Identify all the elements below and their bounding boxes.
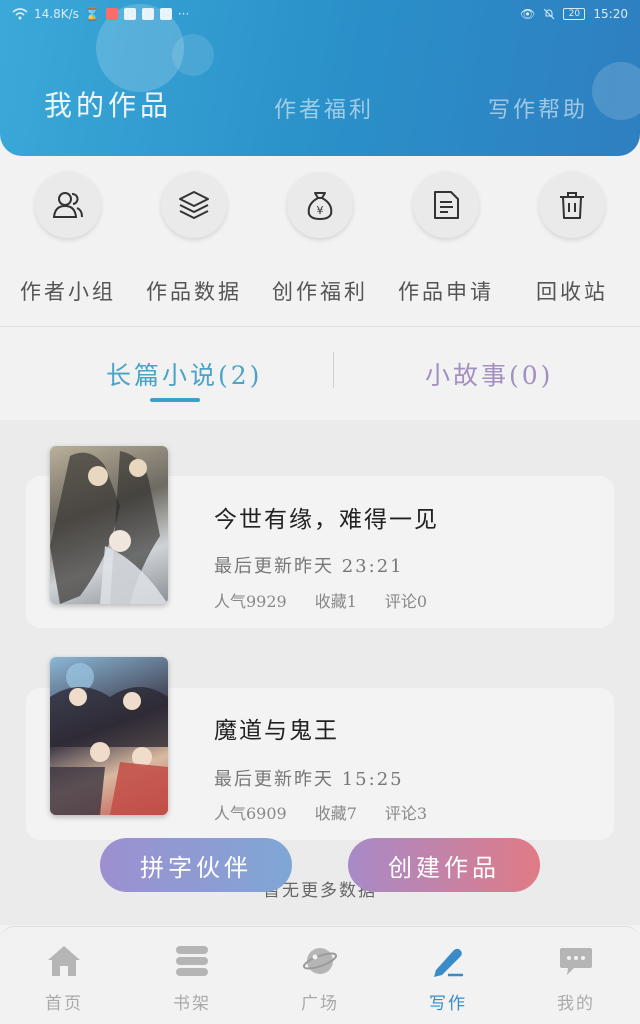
header: 14.8K/s ⌛ ··· 👁 20 15:20 我的作品 作者福利 写作帮助 (0, 0, 640, 156)
shortcut-label: 作品申请 (398, 280, 494, 304)
nav-label: 首页 (45, 994, 83, 1014)
shortcut-label: 创作福利 (272, 280, 368, 304)
book-cover-image[interactable] (50, 446, 168, 604)
more-notifications-icon: ··· (177, 7, 190, 21)
bell-off-icon (544, 8, 555, 20)
nav-label: 书架 (173, 994, 211, 1014)
shortcut-author-group[interactable]: 作者小组 (13, 172, 123, 306)
shortcut-label: 作者小组 (20, 280, 116, 304)
wifi-icon (12, 8, 28, 20)
app-notification-icon (123, 8, 136, 20)
decor-bubble (172, 34, 214, 76)
header-tabs: 我的作品 作者福利 写作帮助 (0, 84, 640, 124)
net-speed: 14.8K/s (34, 7, 79, 21)
tab-long-novel[interactable]: 长篇小说(2) (106, 356, 262, 392)
nav-label: 广场 (301, 994, 339, 1014)
bottom-nav: 首页 书架 广场 写作 我的 (0, 926, 640, 1024)
work-comments: 评论3 (384, 804, 428, 823)
work-stats: 人气6909 收藏7 评论3 (214, 800, 427, 824)
category-tabs: 长篇小说(2) 小故事(0) (0, 330, 640, 418)
work-last-updated: 最后更新昨天 15:25 (214, 769, 404, 790)
work-favorites: 收藏1 (314, 592, 357, 611)
tab-writing-help[interactable]: 写作帮助 (488, 92, 588, 124)
work-title[interactable]: 魔道与鬼王 (214, 711, 339, 745)
bookshelf-icon (172, 941, 212, 981)
nav-label: 我的 (557, 994, 595, 1014)
status-bar: 14.8K/s ⌛ ··· 👁 20 15:20 (0, 0, 640, 28)
app-notification-icon (159, 8, 172, 20)
tab-my-works[interactable]: 我的作品 (44, 84, 172, 124)
app-notification-icon (105, 8, 118, 20)
nav-mine[interactable]: 我的 (536, 941, 616, 1014)
home-icon (44, 941, 84, 981)
shortcut-work-application[interactable]: 作品申请 (391, 172, 501, 306)
create-work-button[interactable]: 创建作品 (348, 838, 540, 892)
tab-author-benefits[interactable]: 作者福利 (274, 92, 374, 124)
work-stats: 人气9929 收藏1 评论0 (214, 588, 427, 612)
planet-icon (300, 941, 340, 981)
clock: 15:20 (593, 7, 628, 21)
chat-bubble-icon (556, 941, 596, 981)
works-list: 今世有缘，难得一见 最后更新昨天 23:21 人气9929 收藏1 评论0 魔道… (0, 420, 640, 925)
partner-button[interactable]: 拼字伙伴 (100, 838, 292, 892)
eye-icon: 👁 (520, 7, 536, 21)
tab-short-story[interactable]: 小故事(0) (425, 356, 553, 392)
shortcut-creation-benefits[interactable]: ¥ 创作福利 (265, 172, 375, 306)
work-popularity: 人气9929 (214, 592, 287, 611)
no-more-data-text: 暂无更多数据 (263, 881, 377, 901)
shortcut-work-data[interactable]: 作品数据 (139, 172, 249, 306)
active-tab-indicator (150, 398, 200, 402)
nav-label: 写作 (429, 994, 467, 1014)
nav-write[interactable]: 写作 (408, 941, 488, 1014)
tab-separator (333, 352, 334, 388)
nav-square[interactable]: 广场 (280, 941, 360, 1014)
trash-icon (539, 172, 605, 238)
shortcut-label: 回收站 (536, 280, 608, 304)
shortcut-label: 作品数据 (146, 280, 242, 304)
divider (0, 326, 640, 327)
document-icon (413, 172, 479, 238)
layers-icon (161, 172, 227, 238)
app-notification-icon (141, 8, 154, 20)
shortcut-recycle-bin[interactable]: 回收站 (517, 172, 627, 306)
book-cover-image[interactable] (50, 657, 168, 815)
nav-bookshelf[interactable]: 书架 (152, 941, 232, 1014)
shortcut-grid: 作者小组 作品数据 ¥ 创作福利 作品申请 回收站 (0, 160, 640, 326)
money-bag-icon: ¥ (287, 172, 353, 238)
work-popularity: 人气6909 (214, 804, 287, 823)
work-last-updated: 最后更新昨天 23:21 (214, 556, 404, 577)
battery-icon: 20 (563, 8, 586, 20)
work-favorites: 收藏7 (314, 804, 357, 823)
svg-text:¥: ¥ (317, 204, 324, 217)
work-comments: 评论0 (384, 592, 428, 611)
users-icon (35, 172, 101, 238)
hourglass-icon: ⌛ (84, 7, 100, 21)
work-title[interactable]: 今世有缘，难得一见 (214, 500, 439, 534)
nav-home[interactable]: 首页 (24, 941, 104, 1014)
pen-icon (428, 941, 468, 981)
